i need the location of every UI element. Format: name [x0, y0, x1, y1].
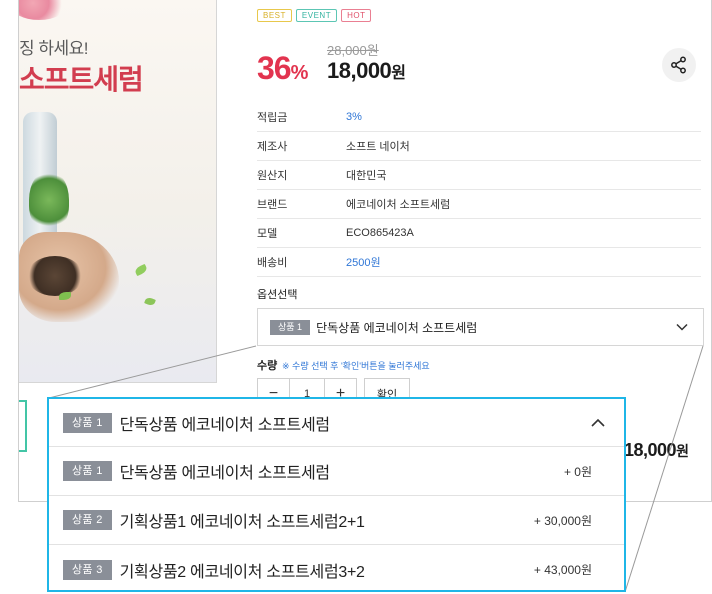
info-row-shipping: 배송비 2500원 [257, 248, 701, 277]
option-select[interactable]: 상품 1 단독상품 에코네이처 소프트세럼 [257, 308, 704, 346]
thumbnail-selected[interactable] [19, 400, 27, 452]
quantity-label: 수량 [257, 360, 278, 372]
product-info-table: 적립금 3% 제조사 소프트 네이처 원산지 대한민국 브랜드 에코네이처 소프트세럼 … [257, 103, 701, 277]
option-dropdown-zoom: 상품 1 단독상품 에코네이처 소프트세럼 상품 1 단독상품 에코네이처 소프… [47, 397, 626, 592]
product-image[interactable]: 징 하세요! 소프트세럼 [19, 0, 217, 383]
dropdown-selected-label: 단독상품 에코네이처 소프트세럼 [119, 416, 330, 434]
info-label: 제조사 [257, 141, 288, 153]
info-row-points: 적립금 3% [257, 103, 701, 132]
info-value: 대한민국 [346, 170, 387, 182]
info-row-brand: 브랜드 에코네이처 소프트세럼 [257, 190, 701, 219]
info-value: 2500원 [346, 257, 381, 269]
info-value: ECO865423A [346, 227, 414, 239]
option-label: 기획상품1 에코네이처 소프트세럼2+1 [119, 514, 365, 531]
dropdown-option[interactable]: 상품 1 단독상품 에코네이처 소프트세럼 + 0원 [49, 447, 624, 496]
dropdown-header[interactable]: 상품 1 단독상품 에코네이처 소프트세럼 [49, 399, 624, 447]
badge-event: EVENT [295, 9, 338, 22]
sale-price-unit: 원 [391, 65, 406, 82]
option-label: 단독상품 에코네이처 소프트세럼 [119, 465, 330, 482]
info-value: 에코네이처 소프트세럼 [346, 199, 451, 211]
option-tag: 상품 2 [63, 510, 112, 530]
sale-price-value: 18,000 [327, 58, 392, 83]
info-row-origin: 원산지 대한민국 [257, 161, 701, 190]
plant-illustration [29, 170, 69, 230]
hero-copy-line1: 징 하세요! [19, 39, 89, 58]
info-label: 브랜드 [257, 199, 288, 211]
original-price: 28,000원 [327, 43, 379, 58]
hero-copy-line2: 소프트세럼 [19, 64, 144, 95]
option-title: 옵션선택 [257, 289, 298, 301]
sale-price: 18,000원 [327, 58, 406, 84]
total-price-value: 18,000 [624, 440, 677, 460]
leaf-decoration [144, 296, 156, 307]
badge-group: BEST EVENT HOT [257, 9, 372, 22]
chevron-down-icon [676, 323, 688, 331]
info-value: 소프트 네이처 [346, 141, 410, 153]
option-tag: 상품 1 [270, 319, 311, 335]
option-price: + 43,000원 [533, 563, 592, 577]
info-row-manufacturer: 제조사 소프트 네이처 [257, 132, 701, 161]
chevron-up-icon [591, 418, 605, 427]
dropdown-option[interactable]: 상품 2 기획상품1 에코네이처 소프트세럼2+1 + 30,000원 [49, 496, 624, 545]
share-icon [671, 56, 686, 74]
total-price-unit: 원 [676, 443, 689, 459]
share-button[interactable] [662, 48, 696, 82]
info-label: 적립금 [257, 112, 288, 124]
dropdown-option[interactable]: 상품 3 기획상품2 에코네이처 소프트세럼3+2 + 43,000원 [49, 545, 624, 594]
quantity-hint: ※ 수량 선택 후 '확인'버튼을 눌러주세요 [282, 361, 430, 371]
info-row-model: 모델 ECO865423A [257, 219, 701, 248]
option-tag: 상품 3 [63, 559, 112, 580]
info-label: 모델 [257, 228, 278, 240]
total-price: 18,000원 [624, 440, 689, 461]
badge-best: BEST [257, 9, 292, 22]
info-value: 3% [346, 111, 362, 123]
discount-unit: % [290, 62, 309, 84]
discount-value: 36 [257, 50, 292, 86]
option-price: + 30,000원 [533, 513, 592, 528]
option-price: + 0원 [563, 464, 592, 479]
badge-hot: HOT [341, 9, 372, 22]
info-label: 배송비 [257, 257, 288, 269]
option-tag: 상품 1 [63, 461, 112, 481]
info-label: 원산지 [257, 170, 288, 182]
leaf-decoration [133, 263, 149, 277]
option-selected-label: 단독상품 에코네이처 소프트세럼 [316, 320, 478, 335]
flower-decoration [19, 0, 69, 20]
soil-illustration [27, 256, 83, 296]
discount-rate: 36% [257, 50, 309, 87]
option-tag: 상품 1 [63, 412, 112, 433]
option-label: 기획상품2 에코네이처 소프트세럼3+2 [119, 563, 365, 581]
